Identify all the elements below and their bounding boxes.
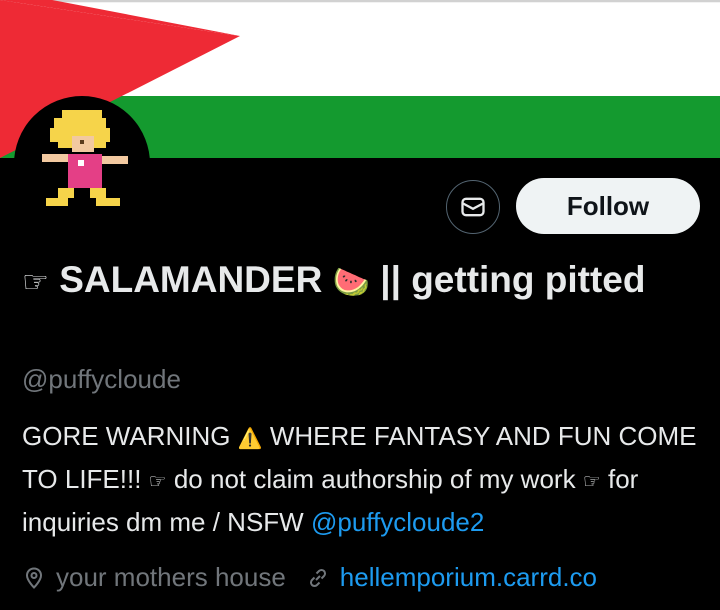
follow-button[interactable]: Follow [516, 178, 700, 234]
name-part-2: || getting pitted [380, 259, 646, 300]
link-icon [309, 568, 326, 587]
pointing-hand-icon: ☞ [148, 469, 167, 493]
message-button[interactable] [446, 180, 500, 234]
bio-text-1: GORE WARNING [22, 421, 231, 451]
watermelon-icon: 🍉 [332, 265, 370, 300]
bio-mention-link[interactable]: @puffycloude2 [311, 507, 484, 537]
website-item[interactable]: hellemporium.carrd.co [306, 562, 597, 593]
profile-avatar[interactable] [14, 96, 150, 232]
envelope-icon [461, 197, 485, 217]
location-text: your mothers house [56, 562, 286, 592]
profile-bio: GORE WARNING ⚠️ WHERE FANTASY AND FUN CO… [22, 416, 702, 543]
profile-handle: @puffycloude [22, 364, 181, 394]
name-part-1: SALAMANDER [59, 259, 323, 300]
warning-icon: ⚠️ [237, 426, 263, 450]
pointing-hand-icon: ☞ [582, 469, 601, 493]
pointing-hand-icon: ☞ [22, 265, 49, 300]
website-link[interactable]: hellemporium.carrd.co [340, 562, 597, 593]
profile-display-name: ☞ SALAMANDER 🍉 || getting pitted [22, 252, 702, 310]
bio-text-3: do not claim authorship of my work [173, 464, 576, 494]
avatar-pixel-character [18, 100, 146, 228]
profile-meta: your mothers house hellemporium.carrd.co [22, 562, 617, 593]
location-pin-icon [25, 566, 43, 589]
location-item: your mothers house [22, 562, 286, 593]
